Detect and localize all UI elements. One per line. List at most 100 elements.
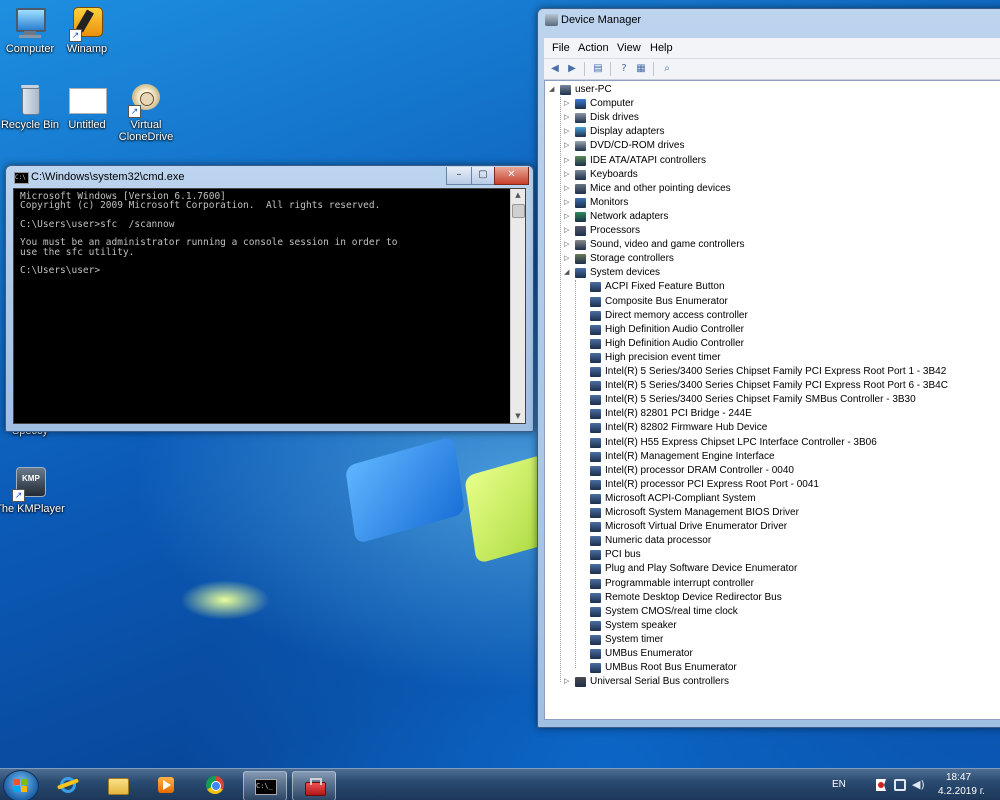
taskbar-app-chrome[interactable] <box>194 771 236 799</box>
expand-arrow-icon[interactable]: ▷ <box>564 252 573 266</box>
computer-icon <box>12 6 48 40</box>
cmd-icon: C:\_ <box>255 776 277 795</box>
help-icon[interactable]: ? <box>617 62 631 75</box>
volume-icon[interactable]: ◀) <box>912 779 925 791</box>
toolbox-icon <box>304 776 326 796</box>
scroll-thumb[interactable] <box>512 204 525 218</box>
expand-arrow-icon[interactable]: ▷ <box>564 210 573 224</box>
tree-node-label: Intel(R) H55 Express Chipset LPC Interfa… <box>605 436 877 448</box>
taskbar-app-toolbox[interactable] <box>292 771 336 800</box>
desktop-icon-winamp[interactable]: ↗ Winamp <box>52 6 122 55</box>
scroll-down-icon[interactable]: ▼ <box>511 410 525 423</box>
device-icon <box>590 451 601 462</box>
properties-icon[interactable]: ▤ <box>591 62 605 75</box>
taskbar-app-cmd[interactable]: C:\_ <box>243 771 287 800</box>
desktop: Computer ↗ Winamp Recycle Bin Untitled ↗… <box>0 0 1000 768</box>
console-output[interactable]: Microsoft Windows [Version 6.1.7600] Cop… <box>20 192 505 276</box>
expand-arrow-icon[interactable]: ▷ <box>564 238 573 252</box>
cmd-titlebar[interactable]: C:\ C:\Windows\system32\cmd.exe – ▢ ✕ <box>6 166 533 190</box>
refresh-icon[interactable]: ▦ <box>634 62 648 75</box>
dvd-drive-icon <box>575 141 586 152</box>
ide-controller-icon <box>575 155 586 166</box>
expand-arrow-icon[interactable]: ▷ <box>564 97 573 111</box>
tree-connector-line <box>575 280 576 669</box>
device-icon <box>590 465 601 476</box>
taskbar-app-internet-explorer[interactable] <box>47 771 89 799</box>
device-manager-titlebar[interactable]: Device Manager <box>538 9 1000 33</box>
desktop-icon-label: The KMPlayer <box>0 503 65 515</box>
forward-arrow-icon[interactable]: ▶ <box>565 62 579 75</box>
menu-action[interactable]: Action <box>578 42 609 54</box>
device-icon <box>590 437 601 448</box>
console-area[interactable]: Microsoft Windows [Version 6.1.7600] Cop… <box>13 188 526 424</box>
tree-node-label: Intel(R) 5 Series/3400 Series Chipset Fa… <box>605 366 947 377</box>
device-tree[interactable]: ◢ user-PC ▷ Computer ▷ Disk drives ▷ Display ad… <box>544 80 1000 720</box>
tree-node-label: High Definition Audio Controller <box>605 323 744 335</box>
keyboard-icon <box>575 169 586 180</box>
expand-arrow-icon[interactable]: ▷ <box>564 224 573 238</box>
minimize-button[interactable]: – <box>446 167 472 185</box>
computer-icon <box>575 99 586 110</box>
cmd-window[interactable]: C:\ C:\Windows\system32\cmd.exe – ▢ ✕ Mi… <box>5 165 534 432</box>
tree-node-label: Universal Serial Bus controllers <box>590 676 729 688</box>
maximize-button[interactable]: ▢ <box>471 167 495 185</box>
language-indicator[interactable]: EN <box>832 779 846 790</box>
blank-document-icon <box>69 82 107 116</box>
scroll-up-icon[interactable]: ▲ <box>511 189 525 202</box>
action-center-flag-icon[interactable] <box>876 779 886 791</box>
expand-arrow-icon[interactable]: ▷ <box>564 182 573 196</box>
taskbar-app-media-player[interactable] <box>145 771 187 799</box>
device-icon <box>590 296 601 307</box>
tree-node-label: Programmable interrupt controller <box>605 577 754 589</box>
expand-arrow-icon[interactable]: ▷ <box>564 196 573 210</box>
expand-arrow-icon[interactable]: ▷ <box>564 125 573 139</box>
tree-node-label: IDE ATA/ATAPI controllers <box>590 154 706 166</box>
back-arrow-icon[interactable]: ◀ <box>548 62 562 75</box>
expand-arrow-icon[interactable]: ▷ <box>564 675 573 689</box>
usb-icon <box>575 677 586 688</box>
tree-node-label: Intel(R) 82802 Firmware Hub Device <box>605 422 768 434</box>
tree-node-label: UMBus Root Bus Enumerator <box>605 662 737 674</box>
expand-arrow-icon[interactable]: ▷ <box>564 168 573 182</box>
collapse-arrow-icon[interactable]: ◢ <box>549 83 558 97</box>
menu-file[interactable]: File <box>552 42 570 54</box>
menu-view[interactable]: View <box>617 42 641 54</box>
tree-node-label: Sound, video and game controllers <box>590 239 745 251</box>
device-icon <box>590 522 601 533</box>
windows-flag-icon <box>14 779 27 792</box>
console-scrollbar[interactable]: ▲ ▼ <box>510 189 525 423</box>
file-explorer-icon <box>107 775 129 795</box>
tree-node-label: UMBus Enumerator <box>605 648 693 659</box>
expand-arrow-icon[interactable]: ▷ <box>564 154 573 168</box>
tree-node-label: Direct memory access controller <box>605 309 748 321</box>
root-icon <box>560 85 571 95</box>
desktop-icon-kmplayer[interactable]: KMP ↗ The KMPlayer <box>0 466 65 515</box>
desktop-icon-virtual-clonedrive[interactable]: ↗ Virtual CloneDrive <box>111 82 181 143</box>
clonedrive-sheep-icon: ↗ <box>128 82 164 118</box>
clock-time[interactable]: 18:47 <box>946 772 971 783</box>
tree-node-label: Composite Bus Enumerator <box>605 295 728 307</box>
collapse-arrow-icon[interactable]: ◢ <box>564 266 573 280</box>
tree-node-label: Processors <box>590 225 641 236</box>
close-button[interactable]: ✕ <box>494 167 529 185</box>
network-icon[interactable] <box>894 779 906 791</box>
device-manager-window[interactable]: Device Manager File Action View Help ◀ ▶… <box>537 8 1000 728</box>
wallpaper-glow <box>180 580 270 620</box>
device-icon <box>590 578 601 589</box>
start-button[interactable] <box>3 770 39 800</box>
tree-node-label: user-PC <box>575 84 612 95</box>
clock-date[interactable]: 4.2.2019 г. <box>938 786 985 797</box>
expand-arrow-icon[interactable]: ▷ <box>564 139 573 153</box>
scan-hardware-icon[interactable]: ⌕ <box>660 62 674 75</box>
tree-node-label: Network adapters <box>590 210 669 222</box>
device-icon <box>590 606 601 617</box>
device-icon <box>590 324 601 335</box>
toolbar-separator <box>610 62 611 76</box>
expand-arrow-icon[interactable]: ▷ <box>564 111 573 125</box>
taskbar-app-file-explorer[interactable] <box>96 771 138 799</box>
menu-bar: File Action View Help <box>544 38 1000 59</box>
tree-node-label: System devices <box>590 267 661 279</box>
tree-node-label: System timer <box>605 633 664 645</box>
menu-help[interactable]: Help <box>650 42 673 54</box>
device-icon <box>590 479 601 490</box>
